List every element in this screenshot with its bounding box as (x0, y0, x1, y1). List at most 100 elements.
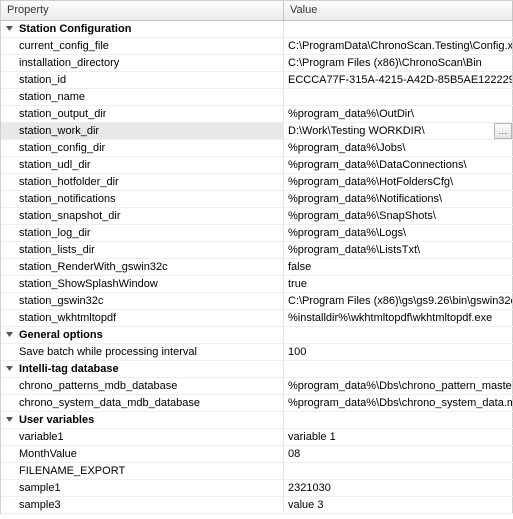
section-header[interactable]: Intelli-tag database (1, 361, 513, 378)
property-value-text: %program_data%\Dbs\chrono_pattern_master… (288, 378, 513, 394)
property-name: chrono_system_data_mdb_database (17, 395, 200, 411)
section-title: General options (17, 327, 103, 343)
collapse-icon[interactable] (1, 412, 17, 428)
collapse-icon[interactable] (1, 327, 17, 343)
property-name: installation_directory (17, 55, 119, 71)
property-row[interactable]: station_snapshot_dir %program_data%\SnapS… (1, 208, 513, 225)
property-value[interactable]: %program_data%\Dbs\chrono_system_data.md… (284, 395, 513, 411)
section-header[interactable]: General options (1, 327, 513, 344)
property-row[interactable]: station_wkhtmltopdf%installdir%\wkhtmlto… (1, 310, 513, 327)
collapse-icon[interactable] (1, 361, 17, 377)
browse-button[interactable]: ... (494, 123, 512, 139)
header-property[interactable]: Property (1, 1, 284, 20)
property-row[interactable]: station_id ECCCA77F-315A-4215-A42D-85B5AE… (1, 72, 513, 89)
property-name: sample3 (17, 497, 61, 513)
property-row[interactable]: station_name (1, 89, 513, 106)
property-name: current_config_file (17, 38, 109, 54)
grid-header: Property Value (1, 1, 513, 21)
section-header[interactable]: User variables (1, 412, 513, 429)
property-value-text: %program_data%\Logs\ (288, 225, 406, 241)
property-name: MonthValue (17, 446, 77, 462)
property-name: station_snapshot_dir (17, 208, 121, 224)
section-title: User variables (17, 412, 94, 428)
property-name: station_id (17, 72, 66, 88)
property-value-text: %program_data%\ListsTxt\ (288, 242, 420, 258)
property-row[interactable]: station_RenderWith_gswin32cfalse (1, 259, 513, 276)
property-value[interactable]: C:\Program Files (x86)\ChronoScan\Bin (284, 55, 513, 71)
property-value-text: variable 1 (288, 429, 336, 445)
property-value[interactable]: C:\ProgramData\ChronoScan.Testing\Config… (284, 38, 513, 54)
property-row[interactable]: MonthValue 08 (1, 446, 513, 463)
property-row[interactable]: sample12321030 (1, 480, 513, 497)
property-row[interactable]: current_config_file C:\ProgramData\Chrono… (1, 38, 513, 55)
property-name: station_config_dir (17, 140, 105, 156)
header-value[interactable]: Value (284, 1, 513, 20)
property-row[interactable]: station_log_dir %program_data%\Logs\ (1, 225, 513, 242)
property-name: station_notifications (17, 191, 116, 207)
property-value[interactable]: %program_data%\OutDir\ (284, 106, 513, 122)
property-value[interactable] (284, 89, 513, 105)
property-value[interactable]: D:\Work\Testing WORKDIR\... (284, 123, 513, 139)
property-value-text: %program_data%\Jobs\ (288, 140, 405, 156)
property-row[interactable]: chrono_patterns_mdb_database %program_dat… (1, 378, 513, 395)
property-value[interactable]: 100 (284, 344, 513, 360)
property-value[interactable]: %installdir%\wkhtmltopdf\wkhtmltopdf.exe (284, 310, 513, 326)
property-value[interactable]: %program_data%\Logs\ (284, 225, 513, 241)
property-value[interactable]: C:\Program Files (x86)\gs\gs9.26\bin\gsw… (284, 293, 513, 309)
property-row[interactable]: chrono_system_data_mdb_database %program_… (1, 395, 513, 412)
property-row[interactable]: station_config_dir %program_data%\Jobs\ (1, 140, 513, 157)
section-header[interactable]: Station Configuration (1, 21, 513, 38)
property-row[interactable]: station_lists_dir %program_data%\ListsTxt… (1, 242, 513, 259)
property-row[interactable]: sample3 value 3 (1, 497, 513, 514)
property-name: station_udl_dir (17, 157, 91, 173)
property-name: station_ShowSplashWindow (17, 276, 158, 292)
section-value-empty (284, 412, 513, 428)
property-name: station_output_dir (17, 106, 106, 122)
section-value-empty (284, 21, 513, 37)
collapse-icon[interactable] (1, 21, 17, 37)
property-row[interactable]: station_hotfolder_dir %program_data%\HotF… (1, 174, 513, 191)
property-value-text: D:\Work\Testing WORKDIR\ (288, 123, 425, 139)
property-row[interactable]: station_work_dir D:\Work\Testing WORKDIR\… (1, 123, 513, 140)
property-row[interactable]: station_notifications %program_data%\Noti… (1, 191, 513, 208)
property-value-text: %program_data%\Dbs\chrono_system_data.md… (288, 395, 513, 411)
property-row[interactable]: installation_directory C:\Program Files (… (1, 55, 513, 72)
property-value[interactable]: true (284, 276, 513, 292)
section-title: Station Configuration (17, 21, 131, 37)
property-row[interactable]: variable1 variable 1 (1, 429, 513, 446)
property-row[interactable]: station_output_dir %program_data%\OutDir\ (1, 106, 513, 123)
section-title: Intelli-tag database (17, 361, 119, 377)
property-value[interactable]: %program_data%\Notifications\ (284, 191, 513, 207)
property-value[interactable]: 2321030 (284, 480, 513, 496)
property-value[interactable]: %program_data%\HotFoldersCfg\ (284, 174, 513, 190)
property-value[interactable]: %program_data%\SnapShots\ (284, 208, 513, 224)
property-value[interactable]: value 3 (284, 497, 513, 513)
property-name: station_work_dir (17, 123, 99, 139)
property-value[interactable]: 08 (284, 446, 513, 462)
property-value-text: %program_data%\SnapShots\ (288, 208, 436, 224)
property-value-text: 100 (288, 344, 306, 360)
property-name: station_log_dir (17, 225, 91, 241)
property-row[interactable]: station_ShowSplashWindow true (1, 276, 513, 293)
property-value[interactable] (284, 463, 513, 479)
property-value[interactable]: %program_data%\Dbs\chrono_pattern_master… (284, 378, 513, 394)
property-value-text: C:\ProgramData\ChronoScan.Testing\Config… (288, 38, 513, 54)
property-name: variable1 (17, 429, 64, 445)
property-row[interactable]: station_udl_dir %program_data%\DataConnec… (1, 157, 513, 174)
property-value[interactable]: variable 1 (284, 429, 513, 445)
property-value[interactable]: %program_data%\DataConnections\ (284, 157, 513, 173)
property-name: station_lists_dir (17, 242, 95, 258)
property-value[interactable]: %program_data%\Jobs\ (284, 140, 513, 156)
property-value[interactable]: ECCCA77F-315A-4215-A42D-85B5AE122229 (284, 72, 513, 88)
property-name: station_hotfolder_dir (17, 174, 119, 190)
property-row[interactable]: Save batch while processing interval100 (1, 344, 513, 361)
property-row[interactable]: station_gswin32cC:\Program Files (x86)\g… (1, 293, 513, 310)
property-row[interactable]: FILENAME_EXPORT (1, 463, 513, 480)
property-value-text: %program_data%\DataConnections\ (288, 157, 467, 173)
property-grid: Property Value Station Configurationcurr… (0, 0, 513, 514)
property-value[interactable]: %program_data%\ListsTxt\ (284, 242, 513, 258)
section-value-empty (284, 361, 513, 377)
property-value[interactable]: false (284, 259, 513, 275)
property-value-text: %program_data%\Notifications\ (288, 191, 442, 207)
property-name: chrono_patterns_mdb_database (17, 378, 177, 394)
